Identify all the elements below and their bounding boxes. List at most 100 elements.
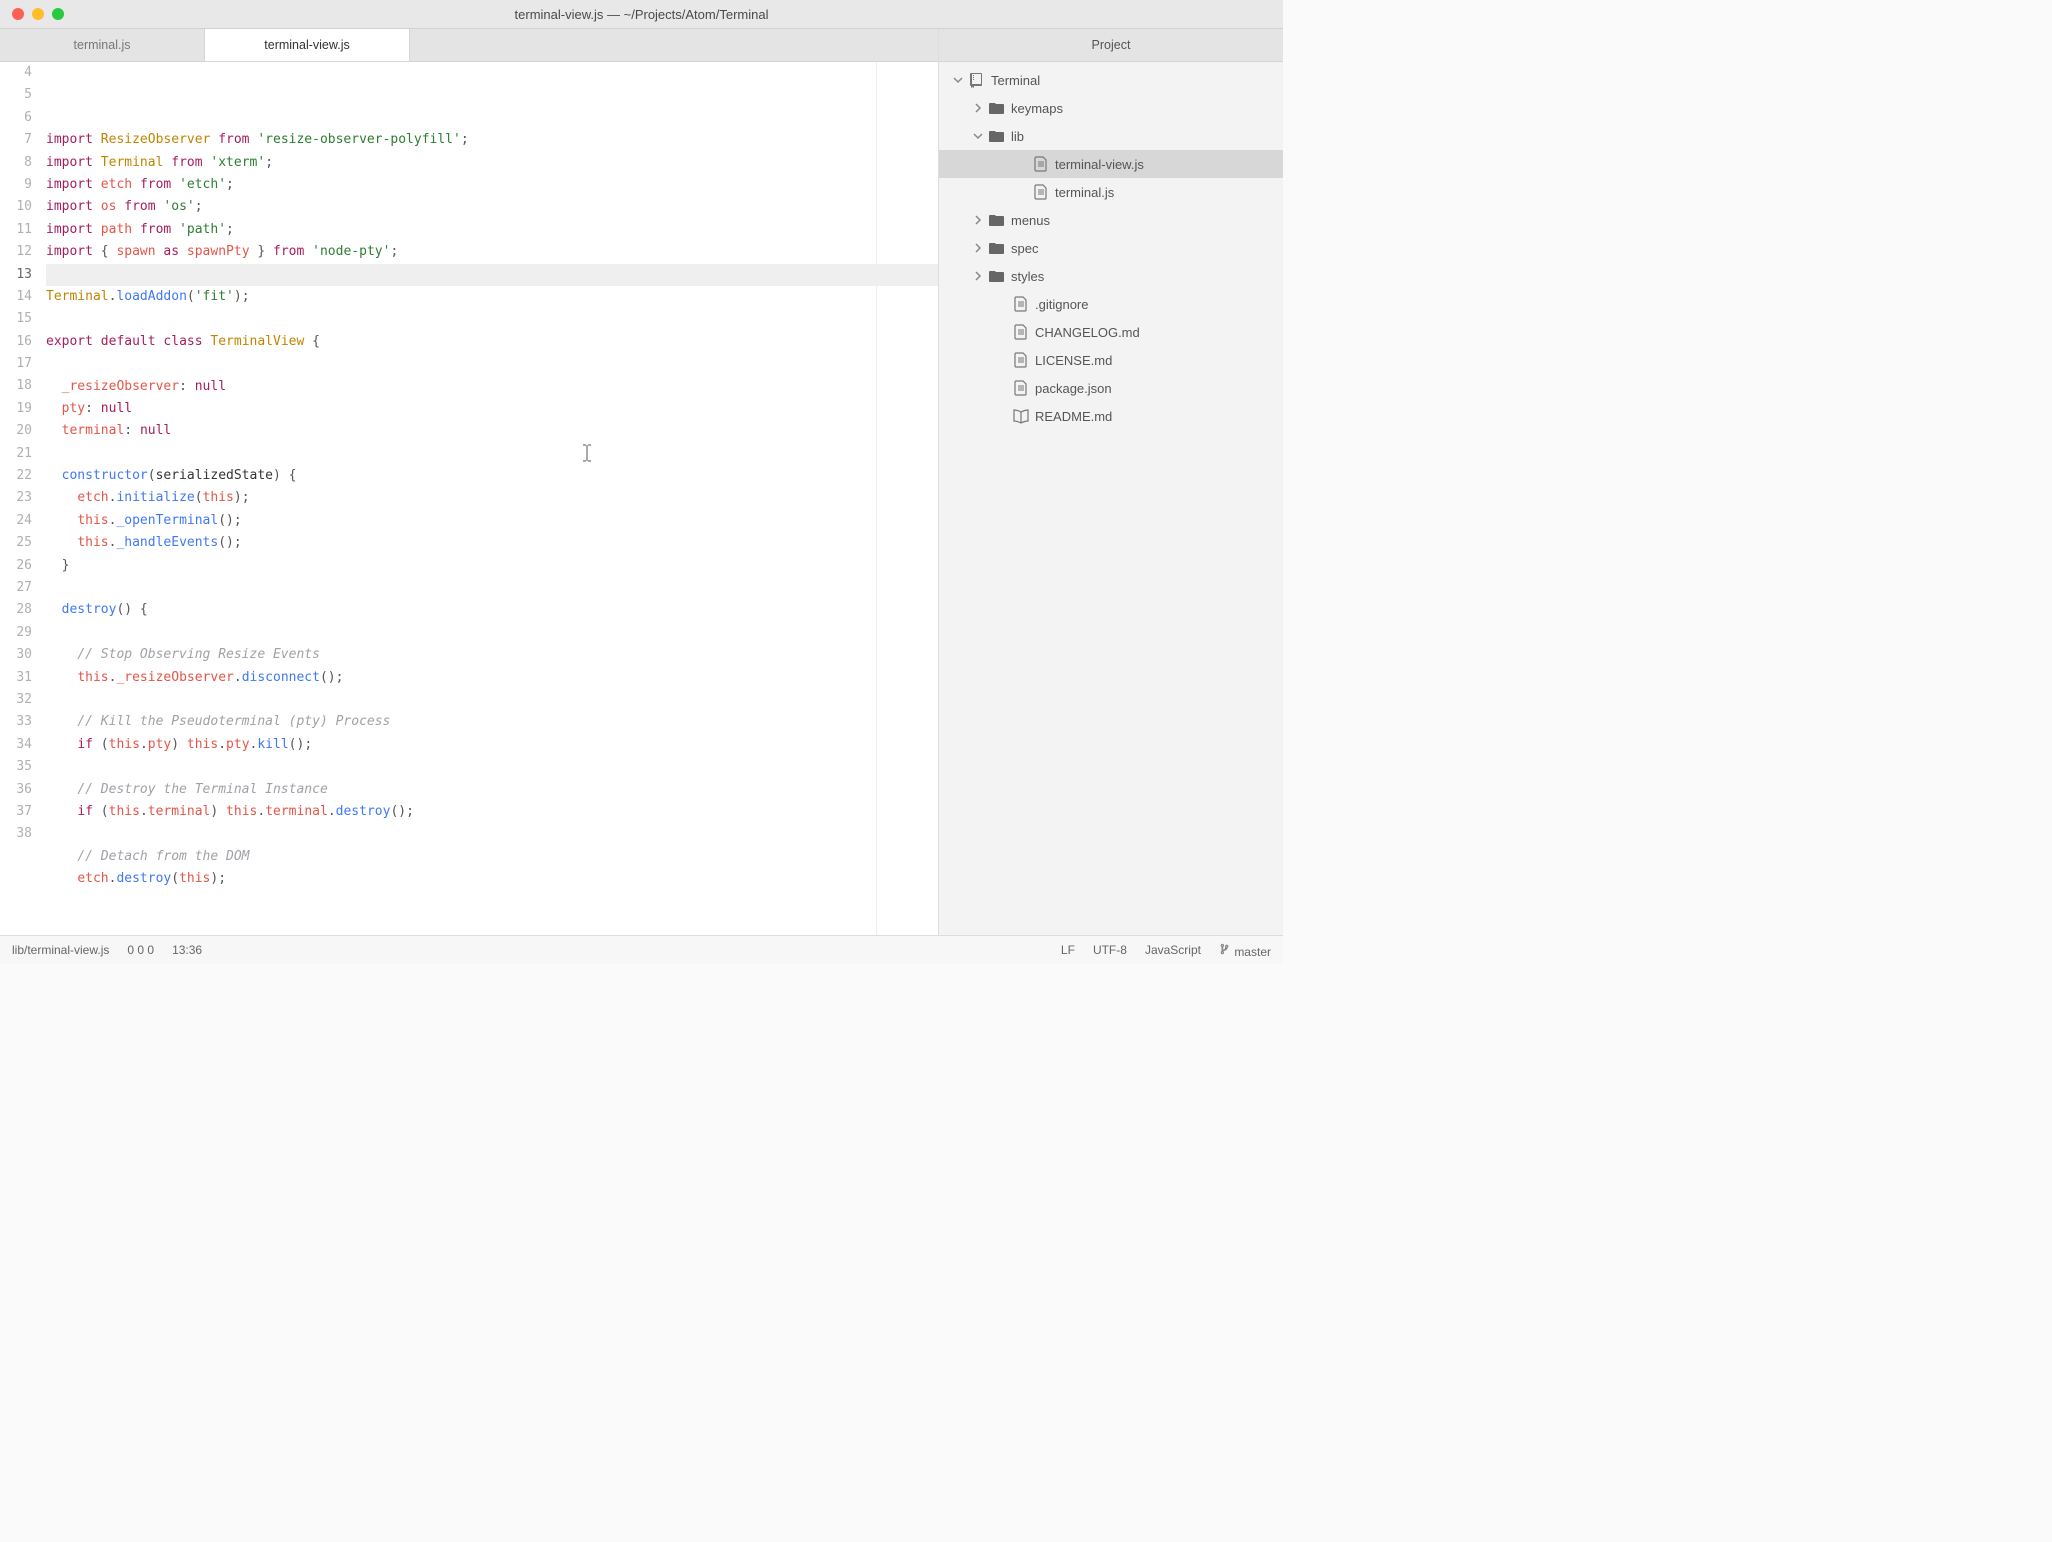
tree-folder[interactable]: keymaps [939,94,1283,122]
code-line[interactable] [46,622,938,644]
tree-file[interactable]: terminal.js [939,178,1283,206]
code-line[interactable]: // Detach from the DOM [46,846,938,868]
line-number[interactable]: 20 [0,420,32,442]
status-grammar[interactable]: JavaScript [1145,943,1201,957]
line-number[interactable]: 26 [0,555,32,577]
code-line[interactable]: // Destroy the Terminal Instance [46,779,938,801]
tab-terminal-view-js[interactable]: terminal-view.js [205,29,410,61]
line-number[interactable]: 24 [0,510,32,532]
status-branch-label: master [1234,945,1271,959]
line-number[interactable]: 28 [0,599,32,621]
tree-file[interactable]: package.json [939,374,1283,402]
tree-folder[interactable]: menus [939,206,1283,234]
line-number[interactable]: 38 [0,823,32,845]
code-line[interactable]: } [46,555,938,577]
line-number[interactable]: 19 [0,398,32,420]
line-number[interactable]: 15 [0,308,32,330]
line-number[interactable]: 29 [0,622,32,644]
status-encoding[interactable]: UTF-8 [1093,943,1127,957]
line-number[interactable]: 9 [0,174,32,196]
project-tree[interactable]: Terminalkeymaps lib terminal-view.jstermin… [939,62,1283,935]
code-line[interactable]: if (this.terminal) this.terminal.destroy… [46,801,938,823]
line-number[interactable]: 36 [0,779,32,801]
line-number[interactable]: 21 [0,443,32,465]
code-line[interactable]: etch.initialize(this); [46,487,938,509]
tab-terminal-js[interactable]: terminal.js [0,29,205,61]
code-line[interactable]: import ResizeObserver from 'resize-obser… [46,129,938,151]
code-line[interactable]: terminal: null [46,420,938,442]
tree-file[interactable]: terminal-view.js [939,150,1283,178]
code-line[interactable] [46,823,938,845]
code-area[interactable]: import ResizeObserver from 'resize-obser… [46,62,938,935]
line-number[interactable]: 18 [0,375,32,397]
status-line-ending[interactable]: LF [1061,943,1075,957]
tree-folder[interactable]: styles [939,262,1283,290]
tree-label: lib [1011,129,1024,144]
status-cursor-position[interactable]: 13:36 [172,943,202,957]
code-line[interactable] [46,756,938,778]
line-number[interactable]: 34 [0,734,32,756]
code-line[interactable] [46,891,938,913]
code-line[interactable] [46,577,938,599]
tree-folder[interactable]: lib [939,122,1283,150]
line-number[interactable]: 14 [0,286,32,308]
code-line[interactable]: destroy() { [46,599,938,621]
code-line[interactable]: etch.destroy(this); [46,868,938,890]
code-editor[interactable]: 4567891011121314151617181920212223242526… [0,62,938,935]
line-number[interactable]: 11 [0,219,32,241]
line-number[interactable]: 12 [0,241,32,263]
line-number[interactable]: 10 [0,196,32,218]
code-line[interactable]: this._handleEvents(); [46,532,938,554]
line-number[interactable]: 25 [0,532,32,554]
status-file-path[interactable]: lib/terminal-view.js [12,943,109,957]
line-number[interactable]: 17 [0,353,32,375]
tab-project[interactable]: Project [939,29,1283,61]
code-line[interactable] [46,443,938,465]
line-number[interactable]: 30 [0,644,32,666]
tree-folder[interactable]: spec [939,234,1283,262]
line-number[interactable]: 32 [0,689,32,711]
line-number[interactable]: 23 [0,487,32,509]
code-line[interactable]: import os from 'os'; [46,196,938,218]
line-number[interactable]: 16 [0,331,32,353]
tree-root[interactable]: Terminal [939,66,1283,94]
line-number[interactable]: 33 [0,711,32,733]
line-number[interactable]: 31 [0,667,32,689]
code-line[interactable]: Terminal.loadAddon('fit'); [46,286,938,308]
code-line[interactable]: _resizeObserver: null [46,376,938,398]
code-line[interactable] [46,689,938,711]
line-number[interactable]: 6 [0,107,32,129]
tree-file[interactable]: LICENSE.md [939,346,1283,374]
tree-file[interactable]: README.md [939,402,1283,430]
line-number[interactable]: 27 [0,577,32,599]
code-line[interactable]: export default class TerminalView { [46,331,938,353]
line-number[interactable]: 22 [0,465,32,487]
line-number[interactable]: 8 [0,152,32,174]
line-number[interactable]: 35 [0,756,32,778]
tree-file[interactable]: CHANGELOG.md [939,318,1283,346]
code-line[interactable] [46,353,938,375]
code-line[interactable]: this._resizeObserver.disconnect(); [46,667,938,689]
status-git-counts[interactable]: 0 0 0 [127,943,154,957]
code-line[interactable] [46,264,938,286]
line-number[interactable]: 37 [0,801,32,823]
code-line[interactable]: import path from 'path'; [46,219,938,241]
line-number[interactable]: 7 [0,129,32,151]
code-line[interactable]: constructor(serializedState) { [46,465,938,487]
code-line[interactable]: import { spawn as spawnPty } from 'node-… [46,241,938,263]
code-line[interactable]: import Terminal from 'xterm'; [46,152,938,174]
code-line[interactable]: // Stop Observing Resize Events [46,644,938,666]
line-number[interactable]: 4 [0,62,32,84]
line-gutter[interactable]: 4567891011121314151617181920212223242526… [0,62,46,935]
code-line[interactable]: import etch from 'etch'; [46,174,938,196]
status-git-branch[interactable]: master [1219,942,1271,959]
line-number[interactable]: 5 [0,84,32,106]
code-line[interactable]: if (this.pty) this.pty.kill(); [46,734,938,756]
code-line[interactable] [46,308,938,330]
code-line[interactable]: this._openTerminal(); [46,510,938,532]
line-number[interactable]: 13 [0,264,32,286]
code-line[interactable]: pty: null [46,398,938,420]
tab-label: terminal.js [74,38,131,52]
code-line[interactable]: // Kill the Pseudoterminal (pty) Process [46,711,938,733]
tree-file[interactable]: .gitignore [939,290,1283,318]
